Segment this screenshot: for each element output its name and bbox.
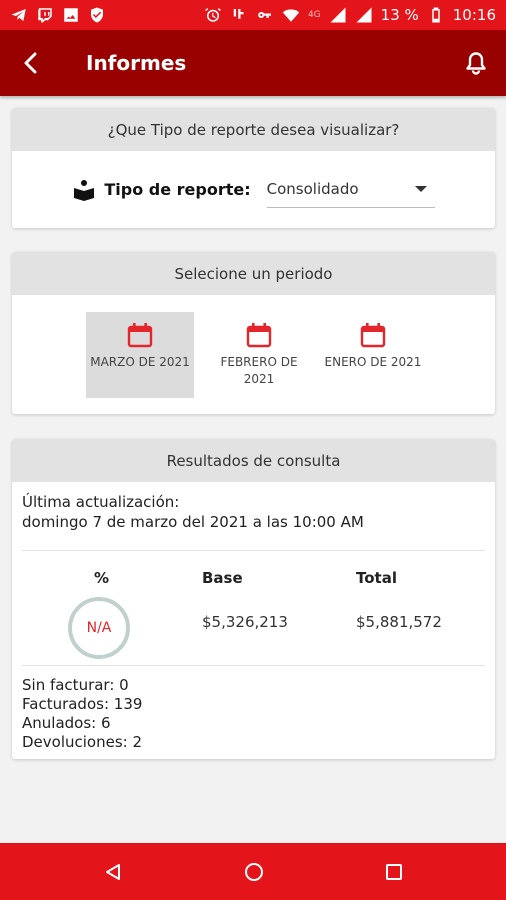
total-header: Total bbox=[356, 569, 397, 587]
wifi-icon bbox=[282, 6, 300, 24]
signal-icon bbox=[329, 6, 347, 24]
calendar-icon bbox=[127, 323, 153, 348]
count-devoluciones: Devoluciones: 2 bbox=[22, 733, 143, 751]
base-header: Base bbox=[202, 569, 243, 587]
alarm-icon bbox=[204, 6, 222, 24]
report-type-header: ¿Que Tipo de reporte desea visualizar? bbox=[12, 108, 495, 151]
status-right-icons: 4G 13 % 10:16 bbox=[204, 6, 496, 24]
chevron-left-icon bbox=[24, 52, 37, 74]
percent-header: % bbox=[94, 569, 110, 587]
bell-icon bbox=[466, 52, 486, 75]
twitch-icon bbox=[36, 6, 54, 24]
report-type-row: Tipo de reporte: Consolidado bbox=[12, 151, 495, 228]
report-type-value: Consolidado bbox=[266, 180, 359, 198]
battery-percent: 13 % bbox=[380, 6, 419, 24]
status-bar: 4G 13 % 10:16 bbox=[0, 0, 506, 30]
period-item-febrero-2021[interactable]: FEBRERO DE 2021 bbox=[205, 312, 313, 398]
signal-icon bbox=[355, 6, 373, 24]
network-type: 4G bbox=[307, 10, 321, 20]
period-card: Selecione un periodo MARZO DE 2021 FEBRE… bbox=[12, 252, 495, 414]
app-bar: Informes bbox=[0, 30, 506, 96]
key-icon bbox=[256, 6, 274, 24]
page-title: Informes bbox=[86, 51, 187, 75]
shield-icon bbox=[88, 6, 106, 24]
recents-square-icon bbox=[386, 864, 402, 880]
period-label: FEBRERO DE 2021 bbox=[220, 355, 298, 386]
percent-circle: N/A bbox=[68, 597, 130, 659]
clock: 10:16 bbox=[452, 6, 496, 24]
nav-recents-button[interactable] bbox=[379, 857, 409, 887]
image-icon bbox=[62, 6, 80, 24]
back-triangle-icon bbox=[106, 864, 120, 880]
calendar-icon bbox=[360, 323, 386, 348]
book-reader-icon bbox=[74, 179, 95, 201]
count-sin-facturar: Sin facturar: 0 bbox=[22, 676, 129, 694]
results-card: Resultados de consulta Última actualizac… bbox=[12, 439, 495, 759]
percent-value: N/A bbox=[86, 620, 112, 636]
period-label: ENERO DE 2021 bbox=[324, 355, 422, 369]
nav-home-button[interactable] bbox=[239, 857, 269, 887]
period-header: Selecione un periodo bbox=[12, 252, 495, 295]
period-item-marzo-2021[interactable]: MARZO DE 2021 bbox=[86, 312, 194, 398]
report-type-label: Tipo de reporte: bbox=[104, 180, 251, 199]
notifications-button[interactable] bbox=[446, 30, 506, 96]
count-anulados: Anulados: 6 bbox=[22, 714, 111, 732]
invoice-counts: Sin facturar: 0 Facturados: 139 Anulados… bbox=[12, 666, 495, 752]
period-list: MARZO DE 2021 FEBRERO DE 2021 ENERO DE 2… bbox=[12, 295, 495, 414]
total-value: $5,881,572 bbox=[356, 613, 442, 631]
last-update: Última actualización: domingo 7 de marzo… bbox=[12, 482, 495, 532]
calendar-icon bbox=[246, 323, 272, 348]
report-type-card: ¿Que Tipo de reporte desea visualizar? T… bbox=[12, 108, 495, 228]
results-header: Resultados de consulta bbox=[12, 439, 495, 482]
dropdown-arrow-icon bbox=[414, 186, 427, 192]
battery-icon bbox=[427, 6, 445, 24]
back-button[interactable] bbox=[0, 30, 60, 96]
base-value: $5,326,213 bbox=[202, 613, 288, 631]
status-left-icons bbox=[10, 6, 106, 24]
home-circle-icon bbox=[245, 863, 263, 881]
last-update-value: domingo 7 de marzo del 2021 a las 10:00 … bbox=[22, 513, 364, 531]
report-type-select[interactable]: Consolidado bbox=[266, 172, 435, 208]
last-update-label: Última actualización: bbox=[22, 493, 180, 511]
nav-back-button[interactable] bbox=[98, 857, 128, 887]
period-label: MARZO DE 2021 bbox=[90, 355, 190, 369]
period-item-enero-2021[interactable]: ENERO DE 2021 bbox=[319, 312, 427, 398]
results-table: % Base Total N/A $5,326,213 $5,881,572 bbox=[12, 551, 495, 665]
system-nav-bar bbox=[0, 843, 506, 900]
telegram-icon bbox=[10, 6, 28, 24]
count-facturados: Facturados: 139 bbox=[22, 695, 143, 713]
volte-icon bbox=[230, 6, 248, 24]
